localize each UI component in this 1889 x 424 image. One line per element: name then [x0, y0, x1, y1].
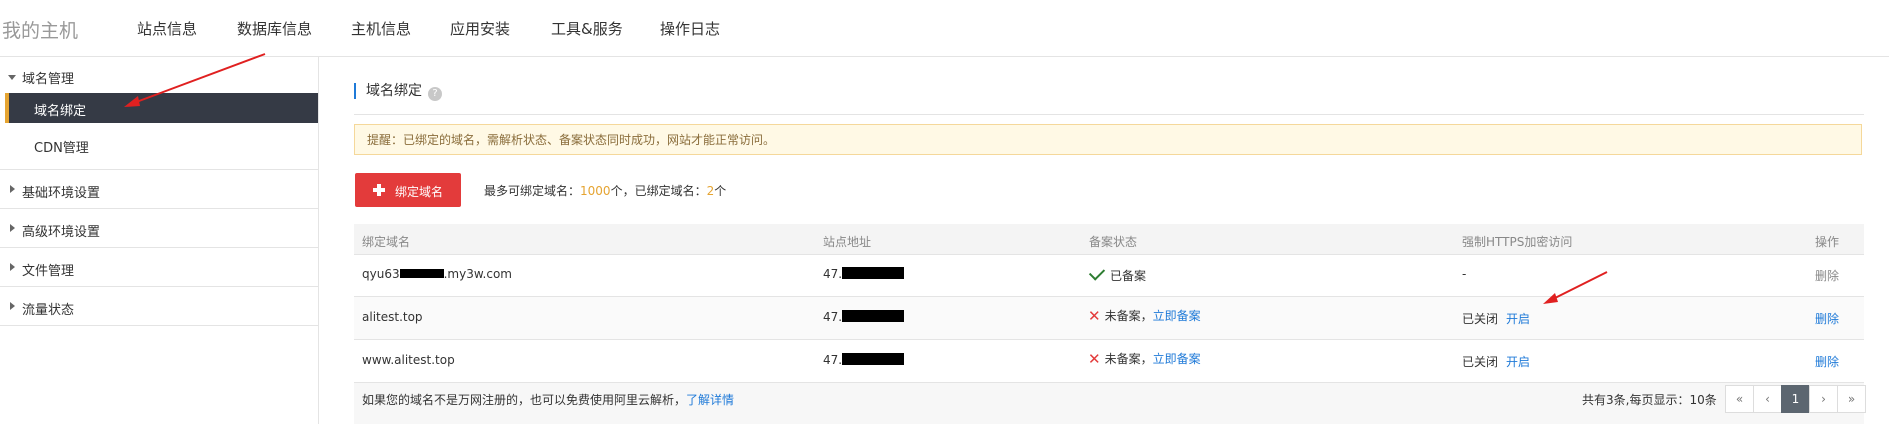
- top-bar: 我的主机 站点信息 数据库信息 主机信息 应用安装 工具&服务 操作日志: [0, 0, 1889, 57]
- column-header-domain: 绑定域名: [362, 235, 411, 249]
- close-icon: ✕: [1088, 307, 1101, 325]
- redacted-block: [399, 269, 444, 278]
- last-page-button[interactable]: »: [1837, 385, 1866, 413]
- table-row: qyu63 .my3w.com 47. 已备案 - 删除: [354, 254, 1864, 297]
- plus-icon: [373, 184, 385, 196]
- domain-text: .my3w.com: [443, 267, 512, 281]
- sidebar: 域名管理 域名绑定 CDN管理 基础环境设置 高级环境设置 文件管理 流量状态: [0, 57, 319, 424]
- record-status-text: 未备案，: [1104, 352, 1153, 366]
- https-enable-link[interactable]: 开启: [1506, 353, 1530, 370]
- pagination-info: 共有3条,每页显示：10条: [1582, 393, 1717, 407]
- https-status: 已关闭: [1462, 312, 1499, 326]
- quota-max: 1000: [580, 184, 611, 198]
- notice-banner: 提醒：已绑定的域名，需解析状态、备案状态同时成功，网站才能正常访问。: [354, 124, 1862, 155]
- sidebar-group-advanced-env[interactable]: 高级环境设置: [0, 209, 318, 248]
- learn-more-link[interactable]: 了解详情: [686, 393, 734, 407]
- ip-text: 47.: [823, 310, 843, 324]
- register-record-link[interactable]: 立即备案: [1153, 309, 1201, 323]
- chevron-right-icon: [10, 224, 15, 232]
- footer-note-text: 如果您的域名不是万网注册的，也可以免费使用阿里云解析，: [362, 393, 687, 407]
- check-icon: [1088, 264, 1106, 281]
- sidebar-group-basic-env[interactable]: 基础环境设置: [0, 170, 318, 209]
- sidebar-group-domain[interactable]: 域名管理: [0, 57, 318, 88]
- domain-text: alitest.top: [362, 310, 423, 324]
- quota-mid: 个，已绑定域名：: [610, 184, 707, 198]
- bind-domain-button[interactable]: 绑定域名: [355, 173, 461, 207]
- ip-text: 47.: [823, 267, 843, 281]
- sidebar-item-label: CDN管理: [34, 141, 89, 156]
- next-page-button[interactable]: ›: [1809, 385, 1838, 413]
- record-status-cell: 已备案: [1088, 264, 1147, 284]
- column-header-force-https: 强制HTTPS加密访问: [1462, 235, 1573, 249]
- sidebar-group-label: 域名管理: [22, 72, 75, 87]
- record-status-text: 未备案，: [1104, 309, 1153, 323]
- divider: [354, 114, 1864, 115]
- sidebar-group-label: 基础环境设置: [22, 186, 101, 201]
- page-title: 域名绑定?: [354, 83, 442, 101]
- table-header: 绑定域名 站点地址 备案状态 强制HTTPS加密访问 操作: [354, 224, 1864, 255]
- record-status-cell: ✕ 未备案，立即备案: [1088, 350, 1201, 368]
- sidebar-group-label: 高级环境设置: [22, 225, 101, 240]
- redacted-block: [842, 267, 905, 279]
- bind-domain-button-label: 绑定域名: [395, 185, 444, 199]
- page-1-button[interactable]: 1: [1781, 385, 1810, 413]
- domain-text: qyu63: [362, 267, 400, 281]
- redacted-block: [842, 310, 905, 322]
- footer-note: 如果您的域名不是万网注册的，也可以免费使用阿里云解析，了解详情: [362, 391, 734, 408]
- nav-host-info[interactable]: 主机信息: [351, 18, 411, 39]
- delete-link[interactable]: 删除: [1815, 353, 1839, 370]
- record-status-text: 已备案: [1110, 269, 1147, 283]
- pagination: « ‹ 1 › »: [1725, 385, 1866, 413]
- sidebar-group-file-management[interactable]: 文件管理: [0, 248, 318, 287]
- sidebar-group-traffic-status[interactable]: 流量状态: [0, 287, 318, 326]
- redacted-block: [842, 353, 905, 365]
- main-content: 域名绑定? 提醒：已绑定的域名，需解析状态、备案状态同时成功，网站才能正常访问。…: [319, 57, 1889, 424]
- column-header-record-status: 备案状态: [1089, 235, 1138, 249]
- close-icon: ✕: [1088, 350, 1101, 368]
- https-status: 已关闭: [1462, 355, 1499, 369]
- ip-text: 47.: [823, 353, 843, 367]
- nav-site-info[interactable]: 站点信息: [137, 18, 197, 39]
- sidebar-item-cdn[interactable]: CDN管理: [5, 130, 314, 160]
- column-header-site-address: 站点地址: [823, 235, 872, 249]
- delete-link[interactable]: 删除: [1815, 267, 1839, 284]
- nav-database-info[interactable]: 数据库信息: [237, 18, 312, 39]
- sidebar-group-label: 流量状态: [22, 303, 75, 318]
- chevron-right-icon: [10, 263, 15, 271]
- nav-tools-services[interactable]: 工具&服务: [551, 18, 623, 39]
- chevron-right-icon: [10, 302, 15, 310]
- page-title-text: 域名绑定: [366, 83, 422, 99]
- record-status-cell: ✕ 未备案，立即备案: [1088, 307, 1201, 325]
- nav-app-install[interactable]: 应用安装: [450, 18, 510, 39]
- chevron-right-icon: [10, 185, 15, 193]
- first-page-button[interactable]: «: [1725, 385, 1754, 413]
- site-address-cell: 47.: [823, 310, 905, 324]
- chevron-down-icon: [8, 75, 16, 80]
- https-enable-link[interactable]: 开启: [1506, 310, 1530, 327]
- sidebar-item-label: 域名绑定: [34, 104, 87, 119]
- brand-title: 我的主机: [2, 20, 79, 42]
- sidebar-item-domain-binding[interactable]: 域名绑定: [5, 93, 318, 123]
- column-header-actions: 操作: [1815, 235, 1840, 249]
- quota-prefix: 最多可绑定域名：: [484, 184, 581, 198]
- nav-operation-log[interactable]: 操作日志: [660, 18, 720, 39]
- quota-suffix: 个: [714, 184, 727, 198]
- prev-page-button[interactable]: ‹: [1753, 385, 1782, 413]
- delete-link[interactable]: 删除: [1815, 310, 1839, 327]
- domain-cell: qyu63 .my3w.com: [362, 267, 512, 281]
- site-address-cell: 47.: [823, 353, 905, 367]
- table-row: alitest.top 47. ✕ 未备案，立即备案 已关闭 开启 删除: [354, 297, 1864, 340]
- table-row: www.alitest.top 47. ✕ 未备案，立即备案 已关闭 开启 删除: [354, 340, 1864, 383]
- register-record-link[interactable]: 立即备案: [1153, 352, 1201, 366]
- sidebar-group-label: 文件管理: [22, 264, 75, 279]
- domain-quota: 最多可绑定域名：1000个，已绑定域名：2个: [484, 182, 726, 199]
- help-icon[interactable]: ?: [428, 87, 442, 101]
- domain-text: www.alitest.top: [362, 353, 455, 367]
- site-address-cell: 47.: [823, 267, 905, 281]
- https-status: -: [1462, 267, 1467, 281]
